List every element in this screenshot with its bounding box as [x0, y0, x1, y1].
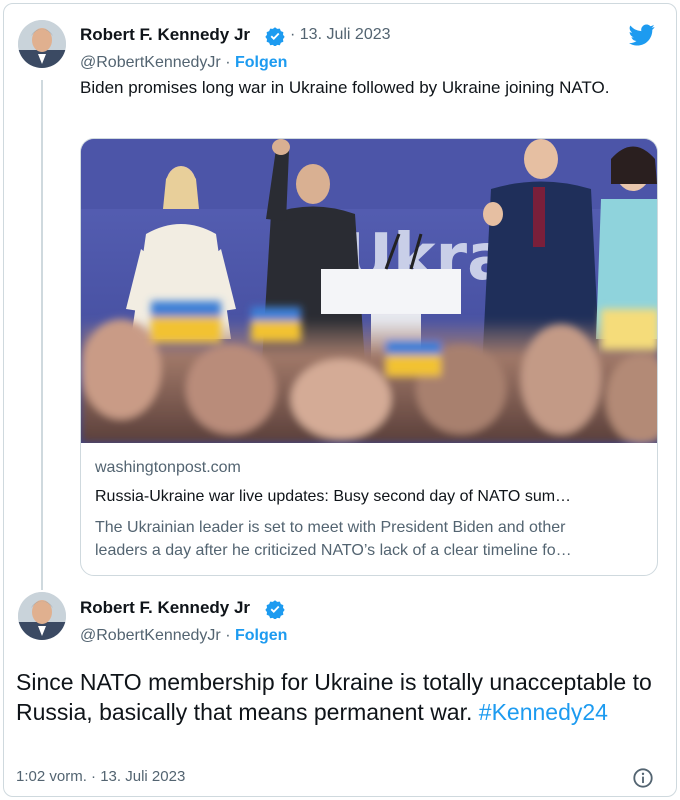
link-card-description-line: leaders a day after he criticized NATO’s… [95, 542, 572, 559]
tweet-time: 1:02 vorm. [16, 768, 87, 785]
author-avatar[interactable] [18, 592, 66, 640]
link-card[interactable]: Ukra washingtonpost.com Russia-Ukraine w… [80, 138, 658, 576]
tweet-text: Biden promises long war in Ukraine follo… [80, 78, 610, 97]
link-card-domain: washingtonpost.com [95, 459, 241, 476]
hashtag-link[interactable]: #Kennedy24 [479, 699, 608, 725]
tweet-meta-date: · 13. Juli 2023 [290, 26, 391, 44]
news-photo: Ukra [81, 139, 657, 443]
separator: · [290, 26, 296, 43]
separator: · [225, 627, 231, 644]
follow-button[interactable]: Folgen [235, 54, 287, 71]
link-card-description-line: The Ukrainian leader is set to meet with… [95, 519, 566, 536]
author-name[interactable]: Robert F. Kennedy Jr [80, 598, 250, 618]
twitter-bird-icon[interactable] [627, 22, 657, 48]
separator: · [91, 768, 97, 785]
tweet-date: 13. Juli 2023 [100, 768, 186, 785]
link-card-description: The Ukrainian leader is set to meet with… [95, 516, 645, 562]
author-handle-row: @RobertKennedyJr · Folgen [80, 54, 287, 72]
link-card-image[interactable]: Ukra [81, 139, 657, 443]
author-handle-row: @RobertKennedyJr · Folgen [80, 627, 287, 645]
thread-connector [41, 80, 43, 590]
link-card-title: Russia-Ukraine war live updates: Busy se… [95, 488, 572, 505]
author-name[interactable]: Robert F. Kennedy Jr [80, 25, 250, 45]
tweet-date[interactable]: 13. Juli 2023 [300, 26, 391, 43]
separator: · [225, 54, 231, 71]
verified-badge-icon [265, 27, 285, 46]
author-handle[interactable]: @RobertKennedyJr [80, 627, 221, 644]
verified-badge-icon [265, 600, 285, 619]
avatar-image [18, 592, 66, 640]
tweet-timestamp[interactable]: 1:02 vorm. · 13. Juli 2023 [16, 768, 185, 785]
author-avatar[interactable] [18, 20, 66, 68]
follow-button[interactable]: Folgen [235, 627, 287, 644]
tweet-text-main: Since NATO membership for Ukraine is tot… [16, 667, 656, 727]
author-handle[interactable]: @RobertKennedyJr [80, 54, 221, 71]
avatar-image [18, 20, 66, 68]
info-icon[interactable] [632, 767, 654, 789]
